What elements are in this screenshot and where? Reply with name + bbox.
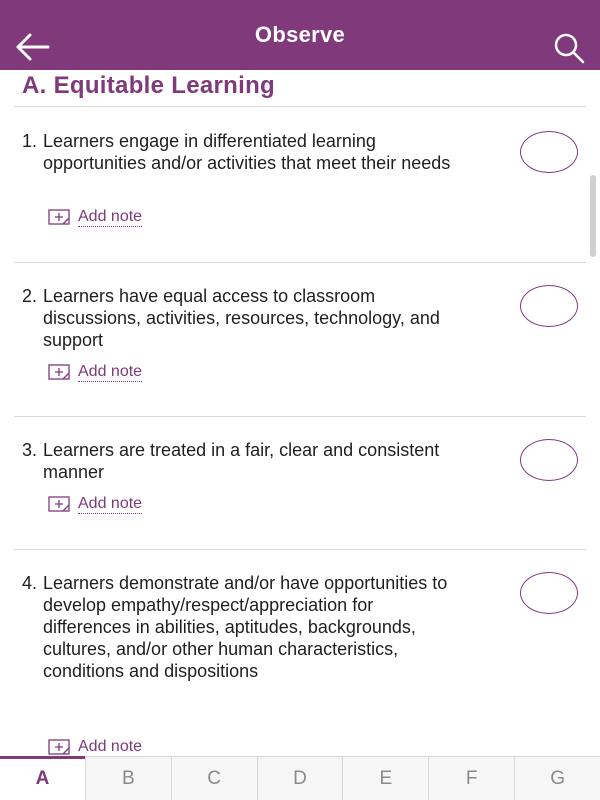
item-divider [14, 262, 586, 263]
add-note-label: Add note [78, 208, 143, 227]
add-note-button[interactable]: Add note [48, 495, 143, 514]
add-note-icon [48, 495, 70, 512]
tab-d[interactable]: D [256, 757, 343, 800]
add-note-icon [48, 208, 70, 225]
tab-g[interactable]: G [514, 757, 600, 800]
add-note-label: Add note [78, 738, 143, 757]
add-note-icon [48, 363, 70, 380]
tab-f[interactable]: F [428, 757, 514, 800]
tab-b[interactable]: B [84, 757, 171, 800]
item-divider [14, 416, 586, 417]
item-rating-circle[interactable] [520, 439, 578, 481]
item-divider [14, 549, 586, 550]
add-note-button[interactable]: Add note [48, 363, 143, 382]
page-title: Observe [254, 22, 346, 47]
item-number: 3. [22, 440, 38, 460]
scrollbar-thumb[interactable] [590, 175, 596, 257]
search-icon[interactable] [552, 31, 586, 65]
item-text: Learners demonstrate and/or have opportu… [43, 573, 448, 681]
add-note-label: Add note [78, 363, 143, 382]
tab-c[interactable]: C [170, 757, 257, 800]
arrow-left-icon[interactable] [14, 29, 50, 65]
tab-e[interactable]: E [342, 757, 428, 800]
item-rating-circle[interactable] [520, 131, 578, 173]
item-number: 4. [22, 573, 38, 593]
item-text: Learners are treated in a fair, clear an… [43, 440, 440, 482]
add-note-icon [48, 738, 70, 755]
section-tab-bar: A B C D E F G [0, 756, 600, 800]
section-divider [14, 106, 586, 107]
app-bar: Observe [0, 0, 600, 70]
item-text: Learners have equal access to classroom … [43, 286, 440, 350]
item-text: Learners engage in differentiated learni… [43, 131, 451, 173]
add-note-label: Add note [78, 495, 143, 514]
add-note-button[interactable]: Add note [48, 208, 143, 227]
item-rating-circle[interactable] [520, 285, 578, 327]
item-rating-circle[interactable] [520, 572, 578, 614]
add-note-button[interactable]: Add note [48, 738, 143, 757]
tab-a[interactable]: A [0, 756, 85, 800]
item-number: 2. [22, 286, 38, 306]
item-number: 1. [22, 131, 38, 151]
section-title: A. Equitable Learning [22, 72, 275, 99]
